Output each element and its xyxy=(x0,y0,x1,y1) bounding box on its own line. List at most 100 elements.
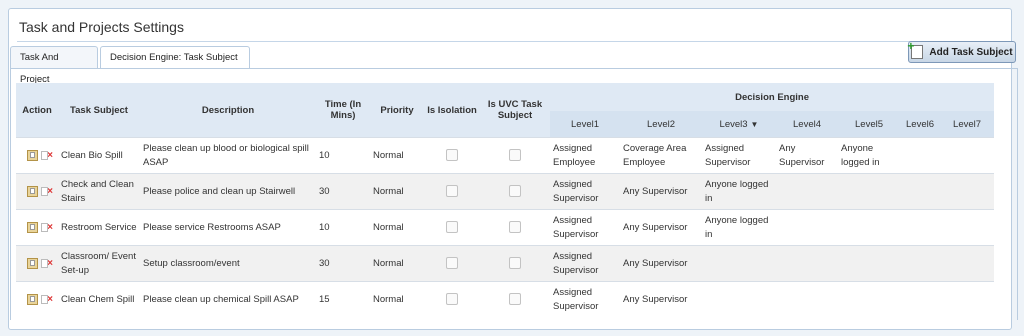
priority-cell: Normal xyxy=(370,281,424,317)
level3-cell xyxy=(702,245,776,282)
header-is-uvc[interactable]: Is UVC Task Subject xyxy=(480,83,550,138)
table-row: × Classroom/ Event Set-up Setup classroom/… xyxy=(16,245,995,282)
level1-cell: Assigned Supervisor xyxy=(550,173,620,210)
description-cell: Please clean up chemical Spill ASAP xyxy=(140,281,316,317)
is-uvc-cell xyxy=(480,209,550,246)
priority-cell: Normal xyxy=(370,209,424,246)
time-cell: 10 xyxy=(316,209,370,246)
header-decision-engine: Decision Engine xyxy=(550,83,995,111)
is-isolation-checkbox[interactable] xyxy=(446,220,458,233)
is-isolation-checkbox[interactable] xyxy=(446,184,458,197)
task-subject-cell: Restroom Service xyxy=(58,209,140,246)
task-subject-cell: Clean Chem Spill xyxy=(58,281,140,317)
level4-cell xyxy=(776,209,838,246)
header-level3[interactable]: Level3 ▼ xyxy=(702,111,776,138)
level7-cell xyxy=(940,281,995,317)
header-description[interactable]: Description xyxy=(140,83,316,138)
is-uvc-checkbox[interactable] xyxy=(509,256,521,269)
level1-cell: Assigned Supervisor xyxy=(550,281,620,317)
title-divider xyxy=(17,41,1005,42)
is-uvc-checkbox[interactable] xyxy=(509,184,521,197)
level4-cell xyxy=(776,173,838,210)
is-uvc-checkbox[interactable] xyxy=(509,148,521,161)
table-row: × Clean Chem Spill Please clean up chemica… xyxy=(16,281,995,317)
is-uvc-checkbox[interactable] xyxy=(509,220,521,233)
task-subject-cell: Clean Bio Spill xyxy=(58,137,140,174)
level2-cell: Any Supervisor xyxy=(620,173,702,210)
delete-icon[interactable]: × xyxy=(41,222,53,233)
delete-icon[interactable]: × xyxy=(41,294,53,305)
is-uvc-cell xyxy=(480,137,550,174)
level7-cell xyxy=(940,245,995,282)
is-isolation-checkbox[interactable] xyxy=(446,148,458,161)
header-level7[interactable]: Level7 xyxy=(940,111,995,138)
level4-cell xyxy=(776,281,838,317)
level2-cell: Any Supervisor xyxy=(620,245,702,282)
level6-cell xyxy=(900,281,940,317)
edit-icon[interactable] xyxy=(27,222,38,233)
header-level3-label: Level3 xyxy=(719,118,748,130)
level5-cell: Anyone logged in xyxy=(838,137,900,174)
priority-cell: Normal xyxy=(370,137,424,174)
is-uvc-cell xyxy=(480,245,550,282)
level3-cell: Anyone logged in xyxy=(702,173,776,210)
time-cell: 30 xyxy=(316,173,370,210)
level5-cell xyxy=(838,173,900,210)
header-level4[interactable]: Level4 xyxy=(776,111,838,138)
level1-cell: Assigned Employee xyxy=(550,137,620,174)
row-actions: × xyxy=(16,173,58,210)
level2-cell: Coverage Area Employee xyxy=(620,137,702,174)
header-priority[interactable]: Priority xyxy=(370,83,424,138)
level5-cell xyxy=(838,245,900,282)
is-isolation-cell xyxy=(424,209,480,246)
table-row: × Clean Bio Spill Please clean up blood or… xyxy=(16,137,995,174)
header-level1[interactable]: Level1 xyxy=(550,111,620,138)
is-isolation-checkbox[interactable] xyxy=(446,256,458,269)
time-cell: 15 xyxy=(316,281,370,317)
priority-cell: Normal xyxy=(370,245,424,282)
is-isolation-checkbox[interactable] xyxy=(446,292,458,305)
row-actions: × xyxy=(16,245,58,282)
header-level5[interactable]: Level5 xyxy=(838,111,900,138)
row-actions: × xyxy=(16,209,58,246)
delete-icon[interactable]: × xyxy=(41,186,53,197)
tab-decision-engine-task-subject[interactable]: Decision Engine: Task Subject xyxy=(100,46,250,69)
priority-cell: Normal xyxy=(370,173,424,210)
description-cell: Setup classroom/event xyxy=(140,245,316,282)
level4-cell xyxy=(776,245,838,282)
delete-icon[interactable]: × xyxy=(41,258,53,269)
tab-task-and-project[interactable]: Task And Project xyxy=(10,46,98,85)
description-cell: Please clean up blood or biological spil… xyxy=(140,137,316,174)
edit-icon[interactable] xyxy=(27,258,38,269)
edit-icon[interactable] xyxy=(27,186,38,197)
add-task-subject-button[interactable]: Add Task Subject xyxy=(907,39,1016,63)
header-level2[interactable]: Level2 xyxy=(620,111,702,138)
table-row: × Restroom Service Please service Restroom… xyxy=(16,209,995,246)
time-cell: 30 xyxy=(316,245,370,282)
delete-icon[interactable]: × xyxy=(41,150,53,161)
task-subject-cell: Classroom/ Event Set-up xyxy=(58,245,140,282)
is-uvc-checkbox[interactable] xyxy=(509,292,521,305)
header-is-isolation[interactable]: Is Isolation xyxy=(424,83,480,138)
task-subject-table: Action Task Subject Description Time (In… xyxy=(16,83,995,317)
level3-cell: Anyone logged in xyxy=(702,209,776,246)
is-uvc-cell xyxy=(480,281,550,317)
level2-cell: Any Supervisor xyxy=(620,209,702,246)
add-task-subject-label: Add Task Subject xyxy=(929,46,1013,58)
level6-cell xyxy=(900,137,940,174)
level6-cell xyxy=(900,209,940,246)
edit-icon[interactable] xyxy=(27,294,38,305)
edit-icon[interactable] xyxy=(27,150,38,161)
row-actions: × xyxy=(16,137,58,174)
level7-cell xyxy=(940,209,995,246)
level3-cell: Assigned Supervisor xyxy=(702,137,776,174)
header-task-subject[interactable]: Task Subject xyxy=(58,83,140,138)
header-level6[interactable]: Level6 xyxy=(900,111,940,138)
add-document-icon xyxy=(907,39,924,59)
header-time[interactable]: Time (In Mins) xyxy=(316,83,370,138)
level7-cell xyxy=(940,173,995,210)
level1-cell: Assigned Supervisor xyxy=(550,209,620,246)
level7-cell xyxy=(940,137,995,174)
is-isolation-cell xyxy=(424,281,480,317)
level2-cell: Any Supervisor xyxy=(620,281,702,317)
